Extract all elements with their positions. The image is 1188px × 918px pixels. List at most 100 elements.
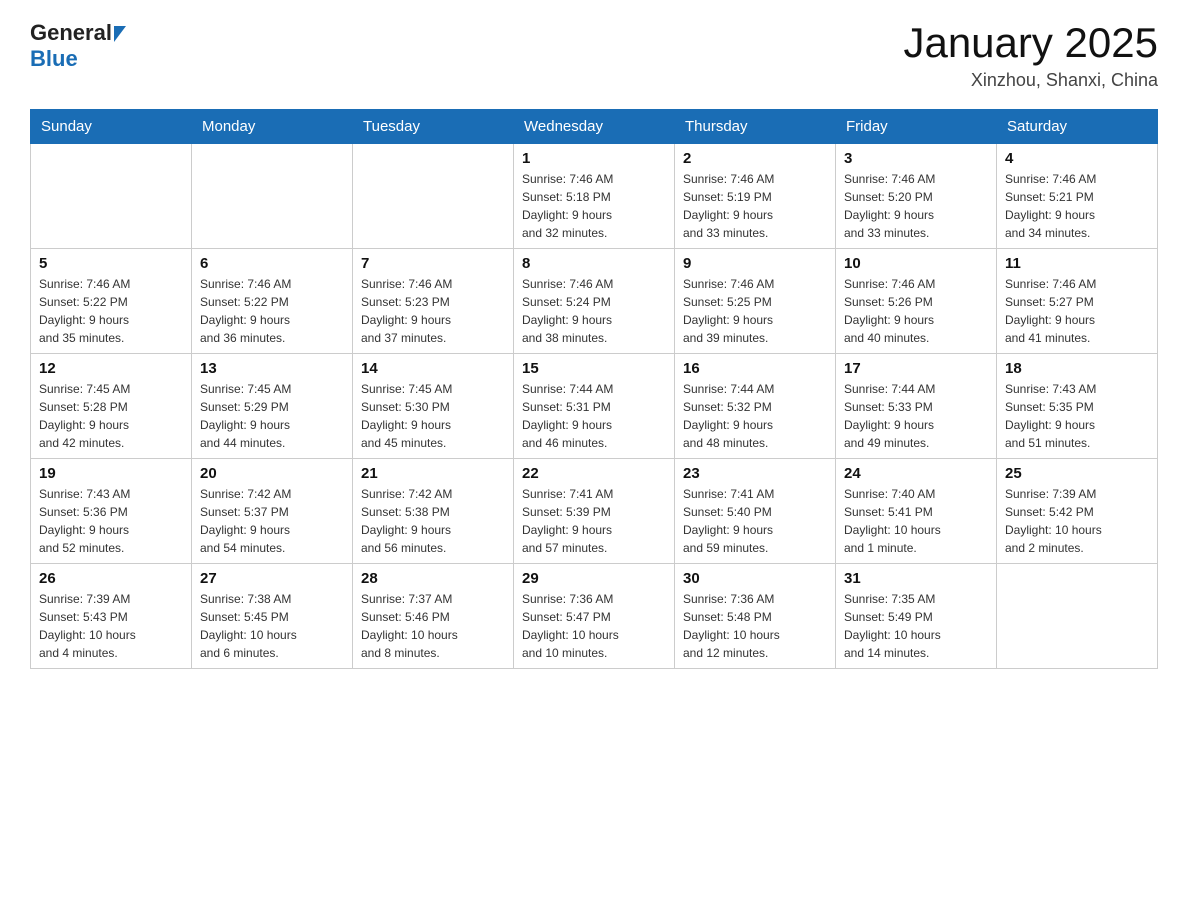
calendar-day-cell (353, 144, 514, 249)
day-info: Sunrise: 7:39 AMSunset: 5:43 PMDaylight:… (39, 590, 183, 662)
calendar-day-cell: 17Sunrise: 7:44 AMSunset: 5:33 PMDayligh… (836, 354, 997, 459)
calendar-day-cell: 29Sunrise: 7:36 AMSunset: 5:47 PMDayligh… (514, 564, 675, 669)
day-info: Sunrise: 7:44 AMSunset: 5:31 PMDaylight:… (522, 380, 666, 452)
month-title: January 2025 (903, 20, 1158, 66)
calendar-day-cell: 2 Sunrise: 7:46 AMSunset: 5:19 PMDaylight… (675, 144, 836, 249)
day-number: 10 (844, 255, 988, 272)
day-info: Sunrise: 7:46 AMSunset: 5:24 PMDaylight:… (522, 275, 666, 347)
day-info: Sunrise: 7:42 AMSunset: 5:38 PMDaylight:… (361, 485, 505, 557)
day-info: Sunrise: 7:41 AMSunset: 5:39 PMDaylight:… (522, 485, 666, 557)
calendar-day-cell: 9 Sunrise: 7:46 AMSunset: 5:25 PMDaylight… (675, 249, 836, 354)
calendar-day-header: Monday (192, 110, 353, 144)
day-number: 18 (1005, 360, 1149, 377)
day-info: Sunrise: 7:46 AMSunset: 5:22 PMDaylight:… (200, 275, 344, 347)
calendar-day-cell: 18Sunrise: 7:43 AMSunset: 5:35 PMDayligh… (997, 354, 1158, 459)
day-info: Sunrise: 7:44 AMSunset: 5:32 PMDaylight:… (683, 380, 827, 452)
calendar-day-cell: 6 Sunrise: 7:46 AMSunset: 5:22 PMDaylight… (192, 249, 353, 354)
calendar-day-header: Wednesday (514, 110, 675, 144)
calendar-day-cell: 14Sunrise: 7:45 AMSunset: 5:30 PMDayligh… (353, 354, 514, 459)
day-info: Sunrise: 7:46 AMSunset: 5:22 PMDaylight:… (39, 275, 183, 347)
day-number: 30 (683, 570, 827, 587)
calendar-header-row: SundayMondayTuesdayWednesdayThursdayFrid… (31, 110, 1158, 144)
calendar-day-header: Tuesday (353, 110, 514, 144)
day-info: Sunrise: 7:45 AMSunset: 5:28 PMDaylight:… (39, 380, 183, 452)
day-number: 23 (683, 465, 827, 482)
day-info: Sunrise: 7:44 AMSunset: 5:33 PMDaylight:… (844, 380, 988, 452)
calendar-day-cell: 7 Sunrise: 7:46 AMSunset: 5:23 PMDaylight… (353, 249, 514, 354)
day-info: Sunrise: 7:39 AMSunset: 5:42 PMDaylight:… (1005, 485, 1149, 557)
logo: General Blue (30, 20, 126, 72)
day-number: 28 (361, 570, 505, 587)
location-text: Xinzhou, Shanxi, China (903, 70, 1158, 91)
day-number: 11 (1005, 255, 1149, 272)
calendar-day-cell: 31Sunrise: 7:35 AMSunset: 5:49 PMDayligh… (836, 564, 997, 669)
calendar-day-cell: 8 Sunrise: 7:46 AMSunset: 5:24 PMDaylight… (514, 249, 675, 354)
page-header: General Blue January 2025 Xinzhou, Shanx… (30, 20, 1158, 91)
day-info: Sunrise: 7:35 AMSunset: 5:49 PMDaylight:… (844, 590, 988, 662)
calendar-day-cell: 27 Sunrise: 7:38 AMSunset: 5:45 PMDayligh… (192, 564, 353, 669)
calendar-day-cell: 30 Sunrise: 7:36 AMSunset: 5:48 PMDayligh… (675, 564, 836, 669)
day-number: 27 (200, 570, 344, 587)
day-info: Sunrise: 7:38 AMSunset: 5:45 PMDaylight:… (200, 590, 344, 662)
title-block: January 2025 Xinzhou, Shanxi, China (903, 20, 1158, 91)
day-number: 6 (200, 255, 344, 272)
day-info: Sunrise: 7:46 AMSunset: 5:21 PMDaylight:… (1005, 170, 1149, 242)
calendar-week-row: 5 Sunrise: 7:46 AMSunset: 5:22 PMDaylight… (31, 249, 1158, 354)
logo-blue-text: Blue (30, 46, 78, 72)
calendar-day-cell: 16 Sunrise: 7:44 AMSunset: 5:32 PMDayligh… (675, 354, 836, 459)
calendar-week-row: 26 Sunrise: 7:39 AMSunset: 5:43 PMDayligh… (31, 564, 1158, 669)
day-info: Sunrise: 7:42 AMSunset: 5:37 PMDaylight:… (200, 485, 344, 557)
calendar-day-cell: 13Sunrise: 7:45 AMSunset: 5:29 PMDayligh… (192, 354, 353, 459)
calendar-day-cell: 19Sunrise: 7:43 AMSunset: 5:36 PMDayligh… (31, 459, 192, 564)
day-number: 24 (844, 465, 988, 482)
day-info: Sunrise: 7:36 AMSunset: 5:48 PMDaylight:… (683, 590, 827, 662)
calendar-day-cell: 23 Sunrise: 7:41 AMSunset: 5:40 PMDayligh… (675, 459, 836, 564)
day-number: 7 (361, 255, 505, 272)
day-number: 19 (39, 465, 183, 482)
day-number: 25 (1005, 465, 1149, 482)
calendar-day-cell (997, 564, 1158, 669)
calendar-day-header: Sunday (31, 110, 192, 144)
day-number: 15 (522, 360, 666, 377)
day-info: Sunrise: 7:46 AMSunset: 5:27 PMDaylight:… (1005, 275, 1149, 347)
day-number: 2 (683, 150, 827, 167)
day-info: Sunrise: 7:45 AMSunset: 5:29 PMDaylight:… (200, 380, 344, 452)
day-number: 8 (522, 255, 666, 272)
calendar-day-cell: 28 Sunrise: 7:37 AMSunset: 5:46 PMDayligh… (353, 564, 514, 669)
day-info: Sunrise: 7:46 AMSunset: 5:18 PMDaylight:… (522, 170, 666, 242)
calendar-day-cell: 22 Sunrise: 7:41 AMSunset: 5:39 PMDayligh… (514, 459, 675, 564)
calendar-day-cell: 5 Sunrise: 7:46 AMSunset: 5:22 PMDaylight… (31, 249, 192, 354)
calendar-day-cell: 21Sunrise: 7:42 AMSunset: 5:38 PMDayligh… (353, 459, 514, 564)
calendar-day-cell: 11 Sunrise: 7:46 AMSunset: 5:27 PMDayligh… (997, 249, 1158, 354)
day-info: Sunrise: 7:40 AMSunset: 5:41 PMDaylight:… (844, 485, 988, 557)
day-info: Sunrise: 7:41 AMSunset: 5:40 PMDaylight:… (683, 485, 827, 557)
day-info: Sunrise: 7:46 AMSunset: 5:19 PMDaylight:… (683, 170, 827, 242)
day-number: 1 (522, 150, 666, 167)
day-number: 14 (361, 360, 505, 377)
day-number: 9 (683, 255, 827, 272)
day-number: 5 (39, 255, 183, 272)
calendar-day-cell: 1 Sunrise: 7:46 AMSunset: 5:18 PMDaylight… (514, 144, 675, 249)
calendar-table: SundayMondayTuesdayWednesdayThursdayFrid… (30, 109, 1158, 669)
calendar-day-cell: 12Sunrise: 7:45 AMSunset: 5:28 PMDayligh… (31, 354, 192, 459)
calendar-day-cell: 4Sunrise: 7:46 AMSunset: 5:21 PMDaylight… (997, 144, 1158, 249)
calendar-day-cell: 20 Sunrise: 7:42 AMSunset: 5:37 PMDayligh… (192, 459, 353, 564)
day-info: Sunrise: 7:46 AMSunset: 5:20 PMDaylight:… (844, 170, 988, 242)
calendar-day-header: Saturday (997, 110, 1158, 144)
calendar-day-cell: 15 Sunrise: 7:44 AMSunset: 5:31 PMDayligh… (514, 354, 675, 459)
calendar-week-row: 12Sunrise: 7:45 AMSunset: 5:28 PMDayligh… (31, 354, 1158, 459)
day-number: 16 (683, 360, 827, 377)
day-info: Sunrise: 7:36 AMSunset: 5:47 PMDaylight:… (522, 590, 666, 662)
logo-general-text: General (30, 20, 112, 46)
day-info: Sunrise: 7:46 AMSunset: 5:26 PMDaylight:… (844, 275, 988, 347)
day-info: Sunrise: 7:46 AMSunset: 5:25 PMDaylight:… (683, 275, 827, 347)
calendar-day-cell (31, 144, 192, 249)
day-info: Sunrise: 7:46 AMSunset: 5:23 PMDaylight:… (361, 275, 505, 347)
day-number: 26 (39, 570, 183, 587)
day-info: Sunrise: 7:37 AMSunset: 5:46 PMDaylight:… (361, 590, 505, 662)
calendar-day-cell: 26 Sunrise: 7:39 AMSunset: 5:43 PMDayligh… (31, 564, 192, 669)
calendar-day-header: Thursday (675, 110, 836, 144)
day-number: 22 (522, 465, 666, 482)
day-number: 20 (200, 465, 344, 482)
calendar-day-cell: 3Sunrise: 7:46 AMSunset: 5:20 PMDaylight… (836, 144, 997, 249)
